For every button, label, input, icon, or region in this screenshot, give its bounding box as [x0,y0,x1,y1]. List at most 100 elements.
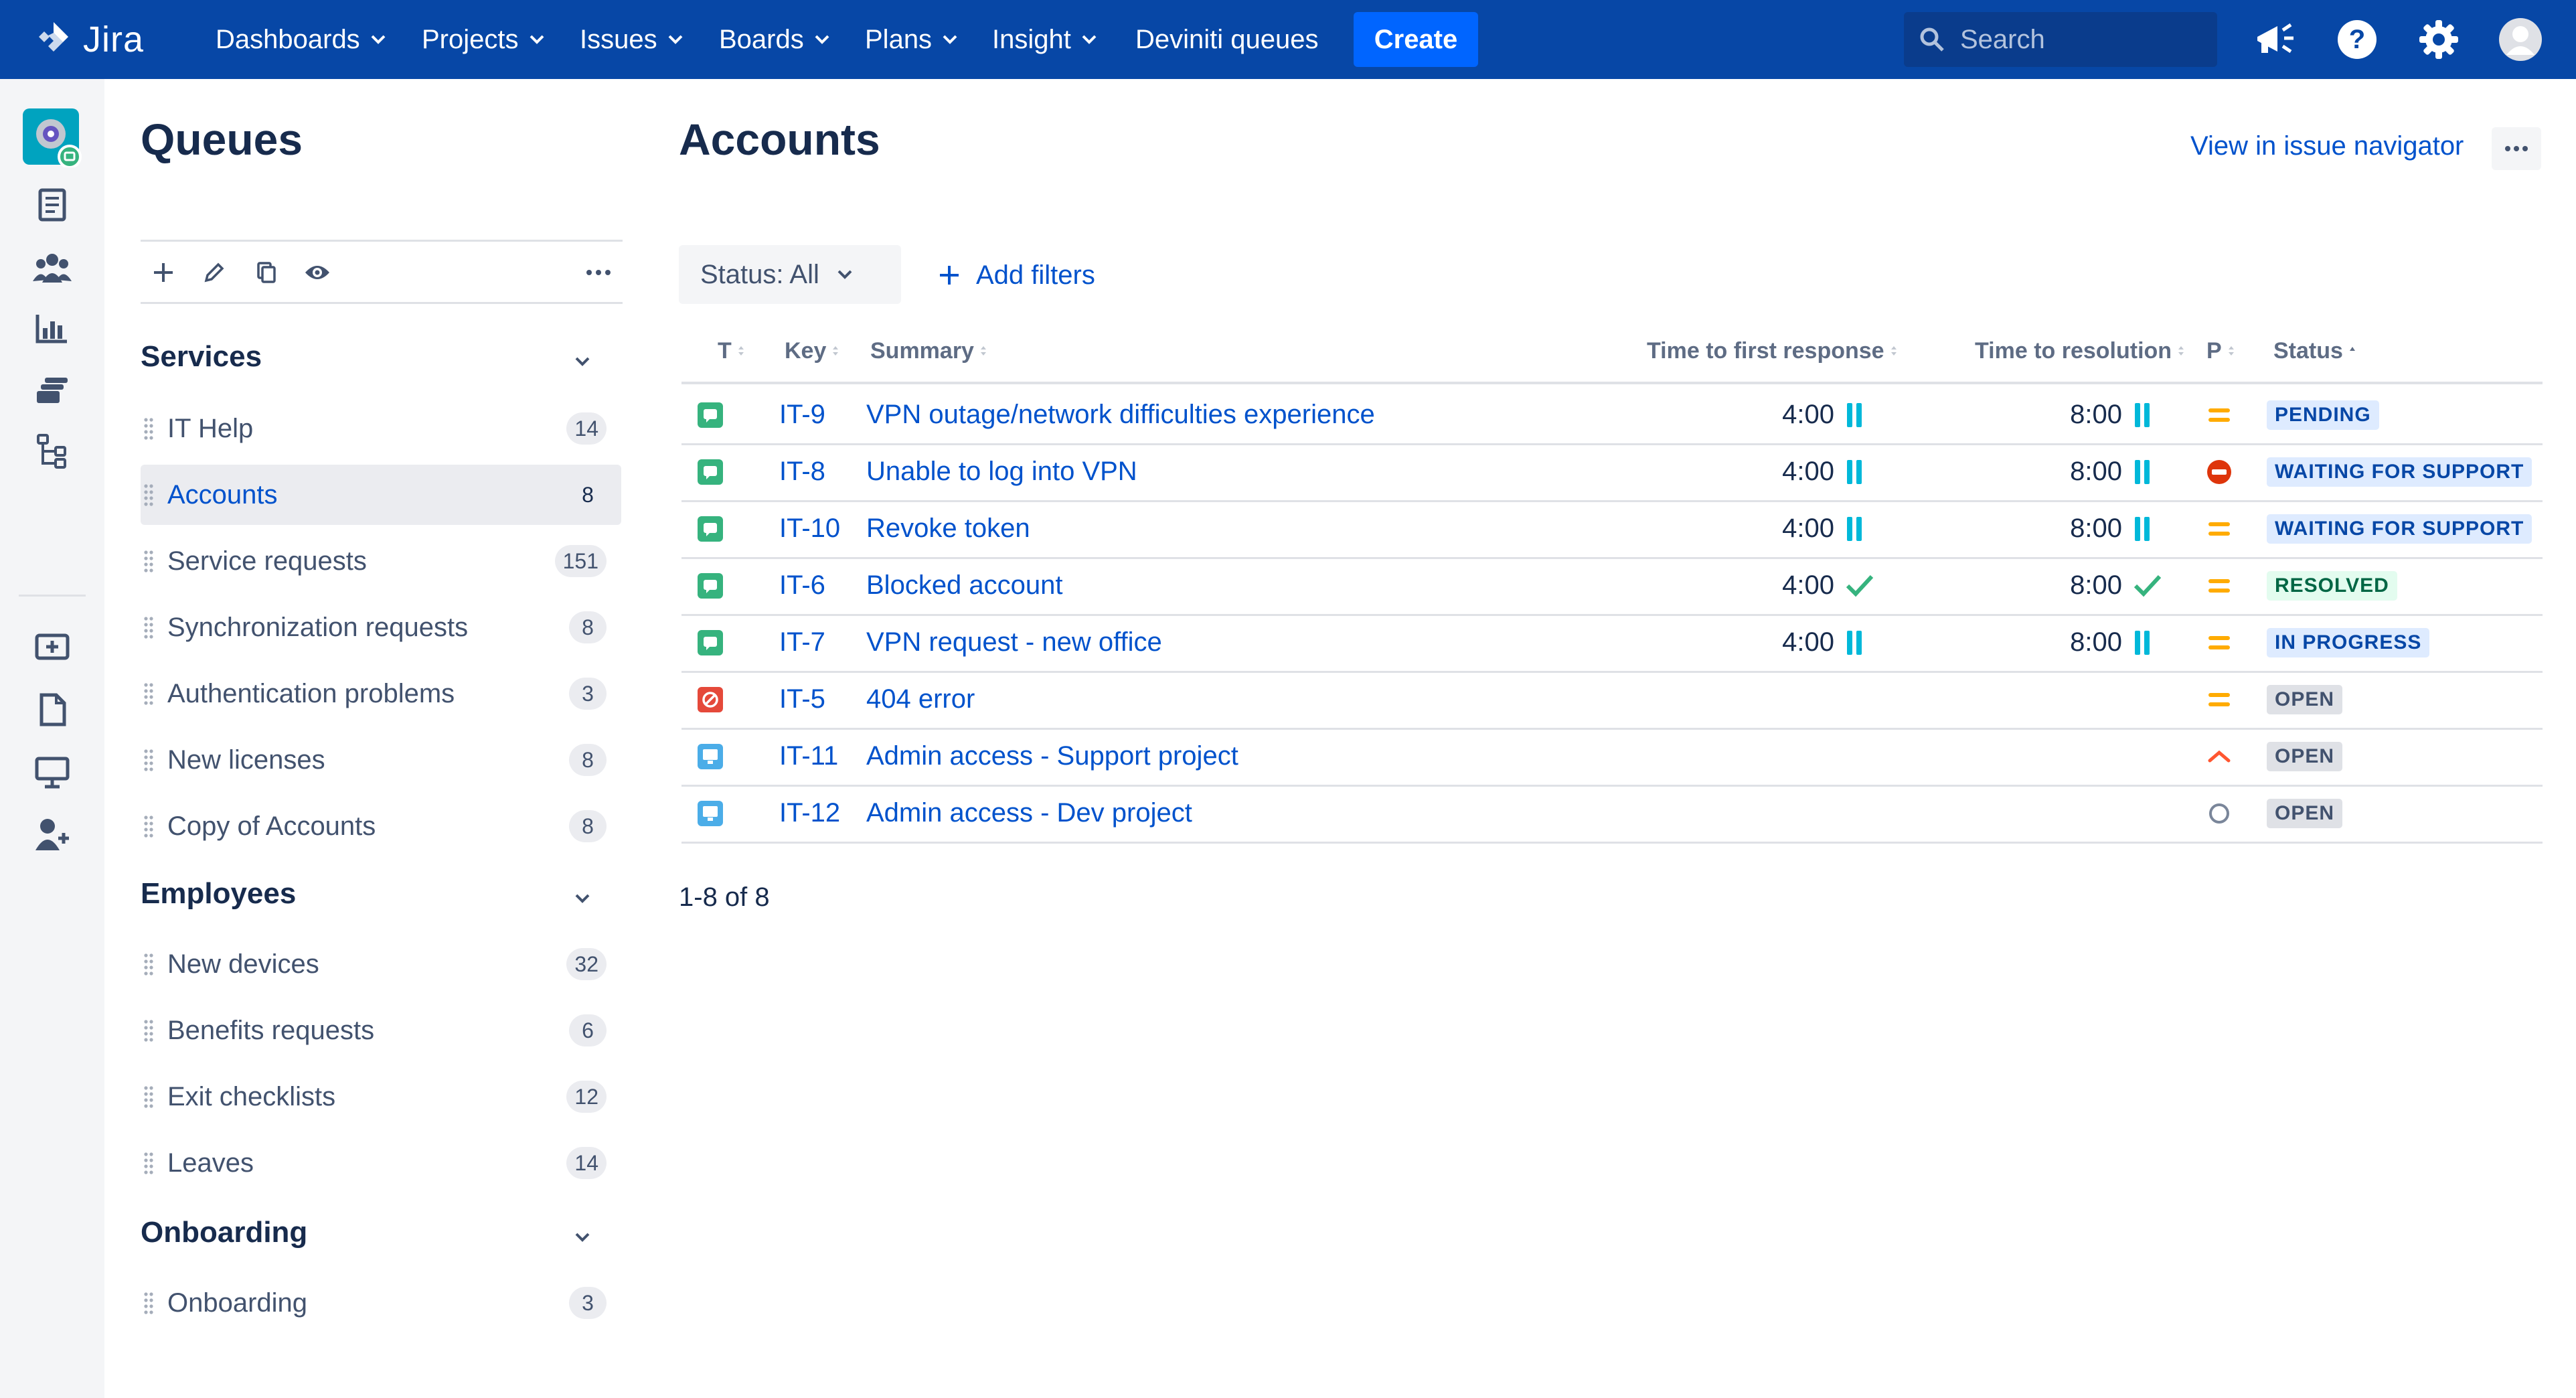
rail-reports[interactable] [31,307,74,350]
issue-key-link[interactable]: IT-6 [779,567,825,605]
eye-icon [305,266,329,279]
edit-queue-button[interactable] [198,256,230,289]
issue-summary-link[interactable]: Admin access - Dev project [866,795,1603,832]
drag-handle-icon[interactable] [141,1150,158,1176]
nav-plans-label: Plans [865,24,933,54]
rail-channels[interactable] [31,751,74,794]
queue-item[interactable]: Synchronization requests 8 [141,597,621,657]
priority-icon [2202,624,2236,662]
notifications-button[interactable] [2252,16,2299,63]
status-badge: RESOLVED [2267,567,2397,605]
drag-handle-icon[interactable] [141,615,158,640]
rail-add-shortcut[interactable] [31,625,74,668]
profile-avatar[interactable] [2497,16,2544,63]
drag-handle-icon[interactable] [141,482,158,508]
drag-handle-icon[interactable] [141,681,158,706]
queue-more-button[interactable] [582,256,615,289]
column-header-resolution[interactable]: Time to resolution [1975,336,2185,366]
view-queue-button[interactable] [301,256,333,289]
issue-key-link[interactable]: IT-12 [779,795,840,832]
issue-summary-link[interactable]: VPN outage/network difficulties experien… [866,396,1603,434]
nav-projects[interactable]: Projects [422,20,544,59]
queue-group-header[interactable]: Employees [141,877,296,911]
column-header-type[interactable]: T [718,336,745,366]
issue-key-link[interactable]: IT-7 [779,624,825,662]
drag-handle-icon[interactable] [141,416,158,441]
help-button[interactable]: ? [2334,16,2381,63]
settings-button[interactable] [2415,16,2462,63]
nav-insight[interactable]: Insight [992,20,1097,59]
queue-group-header[interactable]: Services [141,340,262,374]
copy-icon [257,262,276,283]
drag-handle-icon[interactable] [141,747,158,773]
sort-icon [979,344,987,358]
column-header-summary[interactable]: Summary [870,336,987,366]
issue-summary-link[interactable]: VPN request - new office [866,624,1603,662]
rail-queues[interactable] [31,183,74,226]
nav-issues[interactable]: Issues [580,20,683,59]
status-filter-dropdown[interactable]: Status: All [679,245,901,304]
nav-dashboards[interactable]: Dashboards [216,20,386,59]
drag-handle-icon[interactable] [141,1290,158,1316]
create-button[interactable]: Create [1354,12,1478,67]
column-header-priority-label: P [2206,337,2222,364]
issue-key-link[interactable]: IT-10 [779,510,840,548]
queues-title: Queues [141,114,303,164]
drag-handle-icon[interactable] [141,1018,158,1043]
queue-group-header[interactable]: Onboarding [141,1216,307,1249]
queue-item[interactable]: Accounts 8 [141,465,621,525]
nav-boards[interactable]: Boards [719,20,829,59]
issue-key-link[interactable]: IT-9 [779,396,825,434]
add-filters-label: Add filters [976,260,1095,290]
queue-item[interactable]: New licenses 8 [141,730,621,790]
queue-item[interactable]: Benefits requests 6 [141,1000,621,1061]
queue-item[interactable]: Exit checklists 12 [141,1067,621,1127]
queue-item[interactable]: IT Help 14 [141,398,621,459]
nav-plans[interactable]: Plans [865,20,957,59]
rail-pages[interactable] [31,688,74,731]
search-icon [1920,27,1944,52]
queue-item[interactable]: Authentication problems 3 [141,664,621,724]
rail-customers[interactable] [31,246,74,289]
issue-summary-link[interactable]: Admin access - Support project [866,738,1603,775]
issue-summary-link[interactable]: Unable to log into VPN [866,453,1603,491]
jira-logo[interactable]: Jira [33,15,144,64]
drag-handle-icon[interactable] [141,1084,158,1109]
priority-icon [2202,510,2236,548]
rail-issues[interactable] [31,430,74,473]
chevron-down-icon[interactable] [574,356,590,367]
issue-summary-link[interactable]: Blocked account [866,567,1603,605]
chevron-down-icon[interactable] [574,893,590,904]
add-filters-button[interactable]: Add filters [937,254,1095,296]
queue-item[interactable]: New devices 32 [141,934,621,994]
issue-key-link[interactable]: IT-11 [779,738,838,775]
drag-handle-icon[interactable] [141,951,158,977]
view-in-issue-navigator-link[interactable]: View in issue navigator [2190,131,2464,161]
chevron-down-icon[interactable] [574,1232,590,1243]
drag-handle-icon[interactable] [141,813,158,839]
issue-key-link[interactable]: IT-8 [779,453,825,491]
more-actions-button[interactable] [2492,127,2541,170]
queue-item[interactable]: Service requests 151 [141,531,621,591]
queue-item[interactable]: Leaves 14 [141,1133,621,1193]
issue-summary-link[interactable]: 404 error [866,681,1603,718]
issue-type-icon [698,567,723,605]
pagination-summary: 1-8 of 8 [679,882,770,912]
queue-item[interactable]: Copy of Accounts 8 [141,796,621,856]
column-header-key[interactable]: Key [785,336,839,366]
issue-summary-link[interactable]: Revoke token [866,510,1603,548]
search-input[interactable]: Search [1904,12,2217,67]
issue-key-link[interactable]: IT-5 [779,681,825,718]
queue-item-count: 3 [569,678,607,710]
column-header-status[interactable]: Status [2273,336,2356,366]
drag-handle-icon[interactable] [141,548,158,574]
column-header-first-response[interactable]: Time to first response [1647,336,1898,366]
copy-queue-button[interactable] [250,256,283,289]
nav-deviniti-queues[interactable]: Deviniti queues [1135,20,1319,59]
queue-item[interactable]: Onboarding 3 [141,1273,621,1333]
project-avatar[interactable] [23,108,82,167]
column-header-priority[interactable]: P [2206,336,2235,366]
rail-knowledge-base[interactable] [31,368,74,411]
add-queue-button[interactable] [147,256,179,289]
rail-invite-team[interactable] [31,813,74,856]
